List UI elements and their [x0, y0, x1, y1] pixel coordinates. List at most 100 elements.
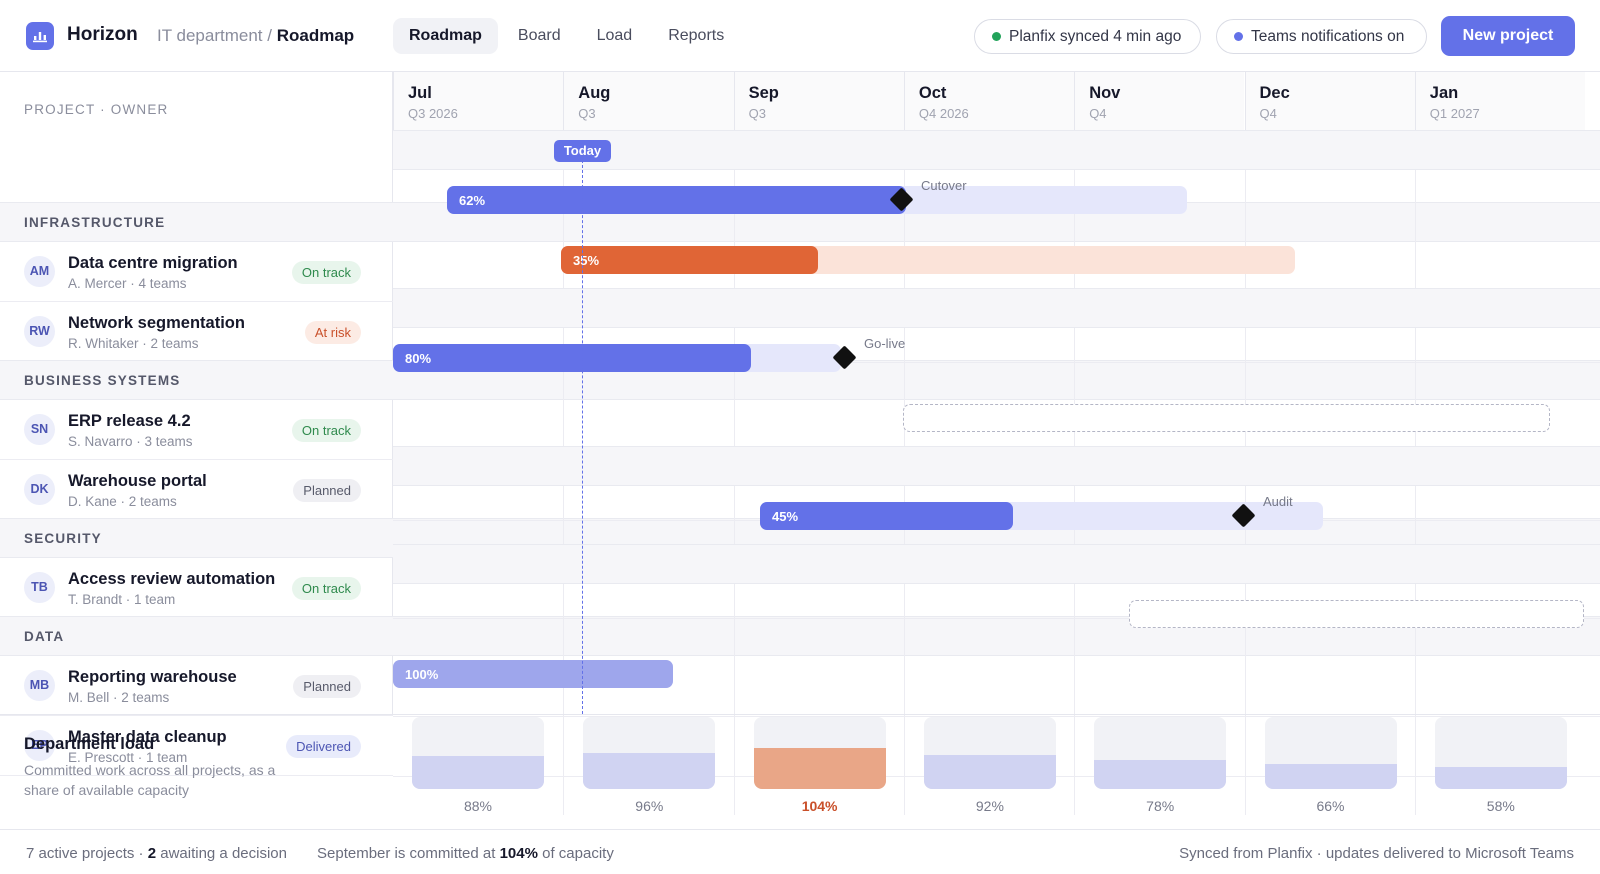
- progress-label: 100%: [405, 667, 439, 682]
- load-column: 96%: [563, 715, 733, 815]
- teams-status-dot-icon: [1234, 32, 1243, 41]
- load-bar: [583, 717, 716, 789]
- load-bar: [412, 717, 544, 789]
- avatar: SN: [24, 414, 55, 445]
- load-value: 96%: [635, 798, 664, 814]
- project-row[interactable]: DK Warehouse portal D. Kane · 2 teams Plann…: [0, 460, 393, 520]
- chart-bars-icon[interactable]: [26, 22, 54, 50]
- group-band: [393, 288, 1600, 328]
- planned-bar[interactable]: [1129, 600, 1584, 628]
- milestone-label: Go-live: [864, 336, 906, 351]
- month-header-jul: Jul Q3 2026: [393, 72, 564, 133]
- tab-load[interactable]: Load: [581, 18, 649, 54]
- status-badge: Planned: [293, 479, 361, 502]
- project-bar[interactable]: 80%: [393, 344, 841, 372]
- milestone-label: Audit: [1263, 494, 1293, 509]
- month-quarter: Q4 2026: [918, 106, 969, 121]
- progress-fill: 45%: [760, 502, 1014, 530]
- awaiting-decision-count: 2: [147, 845, 157, 862]
- load-value: 66%: [1316, 798, 1345, 814]
- breadcrumb-parent[interactable]: IT department: [157, 26, 263, 45]
- project-bar[interactable]: 62%: [447, 186, 1187, 214]
- footer-sync-note: Synced from Planfix · updates delivered …: [1179, 845, 1574, 862]
- status-badge: On track: [291, 261, 361, 284]
- avatar: AM: [24, 256, 55, 287]
- avatar: DK: [24, 474, 55, 505]
- month-header-jan: Jan Q1 2027: [1414, 72, 1586, 133]
- tab-roadmap[interactable]: Roadmap: [393, 18, 498, 54]
- project-row[interactable]: TB Access review automation T. Brandt · 1 …: [0, 558, 393, 618]
- status-badge: At risk: [304, 321, 361, 344]
- progress-fill: 100%: [393, 660, 673, 688]
- month-name: Aug: [578, 84, 611, 102]
- progress-label: 80%: [405, 351, 432, 366]
- project-owner-meta: D. Kane · 2 teams: [68, 494, 177, 509]
- project-column-header: PROJECT · OWNER: [24, 102, 169, 117]
- project-name[interactable]: Warehouse portal: [68, 472, 207, 491]
- project-name[interactable]: Access review automation: [68, 570, 275, 589]
- load-bar-fill: [753, 748, 886, 789]
- sync-status-dot-icon: [992, 32, 1001, 41]
- breadcrumb: IT department / Roadmap: [157, 26, 354, 46]
- project-name[interactable]: Network segmentation: [68, 314, 245, 333]
- progress-label: 35%: [573, 253, 600, 268]
- load-bar-fill: [1434, 767, 1567, 789]
- load-bar-fill: [1264, 764, 1397, 789]
- load-bar: [753, 717, 886, 789]
- status-footer: 7 active projects · 2 awaiting a decisio…: [0, 830, 1600, 874]
- project-bar[interactable]: 35%: [561, 246, 1295, 274]
- month-name: Jan: [1429, 84, 1459, 102]
- load-bar-fill: [412, 756, 544, 789]
- project-row[interactable]: SN ERP release 4.2 S. Navarro · 3 teams On …: [0, 400, 393, 460]
- load-value: 88%: [463, 798, 493, 814]
- today-marker-line: [582, 145, 583, 714]
- load-column: 104%: [733, 715, 904, 815]
- project-owner-meta: S. Navarro · 3 teams: [68, 434, 193, 449]
- month-name: Jul: [408, 84, 432, 102]
- project-row[interactable]: MB Reporting warehouse M. Bell · 2 teams Pl…: [0, 656, 393, 716]
- month-quarter: Q3: [748, 106, 766, 121]
- month-header-sep: Sep Q3: [733, 72, 904, 133]
- group-label: BUSINESS SYSTEMS: [24, 373, 181, 388]
- project-bar[interactable]: 100%: [393, 660, 673, 688]
- top-bar: Horizon IT department / Roadmap Roadmap B…: [0, 0, 1600, 72]
- planned-bar[interactable]: [903, 404, 1550, 432]
- tab-board[interactable]: Board: [502, 18, 577, 54]
- milestone-label: Cutover: [921, 178, 967, 193]
- avatar: RW: [24, 316, 55, 347]
- new-project-button[interactable]: New project: [1441, 16, 1575, 56]
- project-name[interactable]: Reporting warehouse: [68, 668, 237, 687]
- month-name: Oct: [918, 84, 947, 102]
- project-owner-meta: A. Mercer · 4 teams: [68, 276, 187, 291]
- month-grid-line: [563, 133, 565, 714]
- capacity-value: 104%: [499, 845, 538, 862]
- project-row[interactable]: RW Network segmentation R. Whitaker · 2 te…: [0, 302, 393, 362]
- project-name[interactable]: ERP release 4.2: [68, 412, 191, 431]
- tab-reports[interactable]: Reports: [652, 18, 740, 54]
- status-badge: On track: [291, 577, 361, 600]
- main-nav: Roadmap Board Load Reports: [393, 18, 744, 54]
- load-column: 66%: [1244, 715, 1415, 815]
- project-name[interactable]: Data centre migration: [68, 254, 238, 273]
- group-label: DATA: [24, 629, 65, 644]
- load-bar-fill: [1094, 760, 1227, 789]
- teams-notifications-pill[interactable]: Teams notifications on: [1216, 19, 1427, 54]
- month-quarter: Q4: [1259, 106, 1277, 121]
- month-name: Sep: [748, 84, 779, 102]
- project-owner-meta: R. Whitaker · 2 teams: [68, 336, 199, 351]
- project-row[interactable]: AM Data centre migration A. Mercer · 4 tea…: [0, 242, 393, 302]
- load-bar: [1094, 717, 1227, 789]
- department-load-title: Department load: [24, 735, 155, 753]
- month-header-nov: Nov Q4: [1074, 72, 1245, 133]
- app-name: Horizon: [67, 24, 138, 45]
- teams-notifications-label: Teams notifications on: [1251, 28, 1405, 45]
- project-owner-meta: M. Bell · 2 teams: [68, 690, 170, 705]
- progress-fill: 35%: [561, 246, 818, 274]
- sync-status-label: Planfix synced 4 min ago: [1009, 28, 1182, 45]
- month-quarter: Q1 2027: [1429, 106, 1480, 121]
- progress-fill: 62%: [447, 186, 906, 214]
- sync-status-pill[interactable]: Planfix synced 4 min ago: [974, 19, 1201, 54]
- load-value: 58%: [1486, 798, 1515, 814]
- month-header-dec: Dec Q4: [1244, 72, 1415, 133]
- project-owner-meta: T. Brandt · 1 team: [68, 592, 176, 607]
